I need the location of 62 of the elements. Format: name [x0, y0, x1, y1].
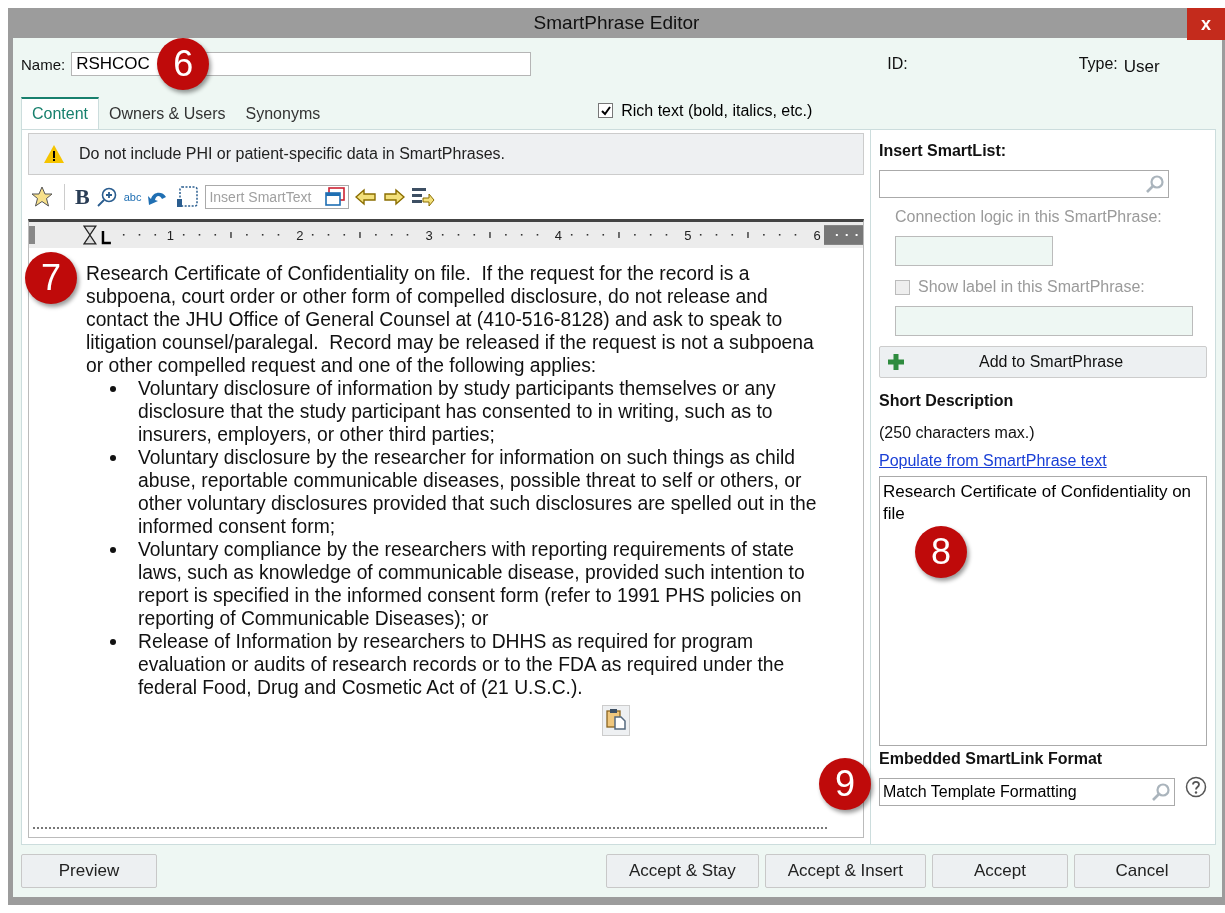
- list-item-text: Voluntary disclosure by the researcher for information on such things as child abuse, reportable communicable diseases, possible threat to self or others, or other voluntary disclosures provided that such disclosures are spelled out in the informed consent form;: [138, 446, 818, 538]
- id-label: ID:: [887, 55, 908, 73]
- checkbox-label: Rich text (bold, italics, etc.): [621, 101, 813, 120]
- list-item-text: Voluntary compliance by the researchers with reporting requirements of state laws, such as knowledge of communicable disease, provided such intention to report is specified in the informed consent form (refer to 1991 PHS policies on reporting of Communicable Diseases); or: [138, 538, 806, 630]
- section-title: Embedded SmartLink Format: [879, 750, 1104, 768]
- spell-check-button[interactable]: abc: [123, 191, 142, 203]
- help-icon[interactable]: [1185, 776, 1207, 798]
- bullet-icon: [110, 455, 116, 461]
- type-value: User: [1123, 57, 1160, 77]
- smarttext-field[interactable]: Insert SmartText: [205, 185, 350, 209]
- field-label: Connection logic in this SmartPhrase:: [895, 208, 1163, 226]
- smartlink-format-field[interactable]: Match Template Formatting: [879, 778, 1175, 806]
- checkbox-label: Show label in this SmartPhrase:: [918, 278, 1145, 296]
- ruler-number: 1: [165, 227, 175, 243]
- dialog-button[interactable]: Preview: [21, 854, 157, 888]
- hint-text: (250 characters max.): [879, 424, 1036, 442]
- right-margin-marker[interactable]: [823, 225, 863, 245]
- tab-stop-icon[interactable]: [100, 231, 111, 245]
- plus-icon: [888, 354, 904, 370]
- add-button[interactable]: Add to SmartPhrase: [879, 346, 1207, 378]
- list-item-text: Voluntary disclosure of information by study participants themselves or any disclosure that the study participant has consented to in writing, such as to insurers, employers, or other third parties;: [138, 377, 777, 446]
- smartlist-search-field[interactable]: [879, 170, 1169, 198]
- star-icon[interactable]: [30, 185, 54, 209]
- margin-marker[interactable]: [29, 226, 35, 244]
- ruler-number: 5: [683, 227, 693, 243]
- right-arrow-icon[interactable]: [383, 188, 406, 206]
- ruler-number: 6: [812, 227, 822, 243]
- bold-button[interactable]: B: [75, 184, 90, 210]
- ruler-number: 2: [295, 227, 305, 243]
- tab[interactable]: Content: [21, 97, 100, 129]
- field-help-icon[interactable]: [175, 185, 200, 209]
- name-label: Name:: [21, 55, 66, 73]
- list-item-text: Release of Information by researchers to DHHS as required for program evaluation or audits of research records or to the FDA as required under the federal Food, Drug and Cosmetic Act of (21 U.S.C.).: [138, 630, 786, 699]
- warning-text: Do not include PHI or patient-specific data in SmartPhrases.: [79, 145, 505, 163]
- warning-icon: [43, 144, 65, 164]
- tab[interactable]: Synonyms: [235, 97, 331, 129]
- paste-button[interactable]: [602, 705, 630, 736]
- populate-link[interactable]: Populate from SmartPhrase text: [879, 452, 1207, 470]
- callout-badge: 6: [157, 38, 210, 90]
- callout-badge: 7: [25, 252, 77, 304]
- dialog-button[interactable]: Cancel: [1074, 854, 1210, 888]
- left-arrow-icon[interactable]: [355, 188, 378, 206]
- ruler-number: 3: [424, 227, 434, 243]
- type-label: Type:: [1078, 55, 1118, 73]
- bullet-icon: [110, 547, 116, 553]
- dialog-button[interactable]: Accept: [932, 854, 1068, 888]
- ruler-number: 4: [554, 227, 563, 243]
- bullet-icon: [110, 386, 116, 392]
- indent-marker-icon[interactable]: [82, 225, 97, 245]
- dialog-button[interactable]: Accept & Stay: [605, 854, 759, 888]
- bullet-icon: [110, 639, 116, 645]
- window-title: SmartPhrase Editor: [533, 12, 700, 34]
- close-button[interactable]: x: [1187, 8, 1225, 40]
- window-icon[interactable]: [325, 187, 346, 207]
- section-title: Insert SmartList:: [879, 142, 1008, 160]
- tab[interactable]: Owners & Users: [99, 97, 236, 129]
- checkbox[interactable]: [598, 103, 614, 118]
- dialog-button[interactable]: Accept & Insert: [764, 854, 926, 888]
- body-text: Research Certificate of Confidentiality on file. If the request for the record is a subpoena, court order or other form of compelled disclosure, do not release and contact the JHU Office of General Counsel at (410-516-8128) and ask to speak to litigation counsel/paralegal. Record may be released if the request is not a subpoena or other compelled request and one of the following applies:: [86, 262, 815, 377]
- zoom-in-icon[interactable]: [95, 186, 118, 208]
- next-field-icon[interactable]: [411, 186, 436, 208]
- section-title: Short Description: [879, 392, 1015, 410]
